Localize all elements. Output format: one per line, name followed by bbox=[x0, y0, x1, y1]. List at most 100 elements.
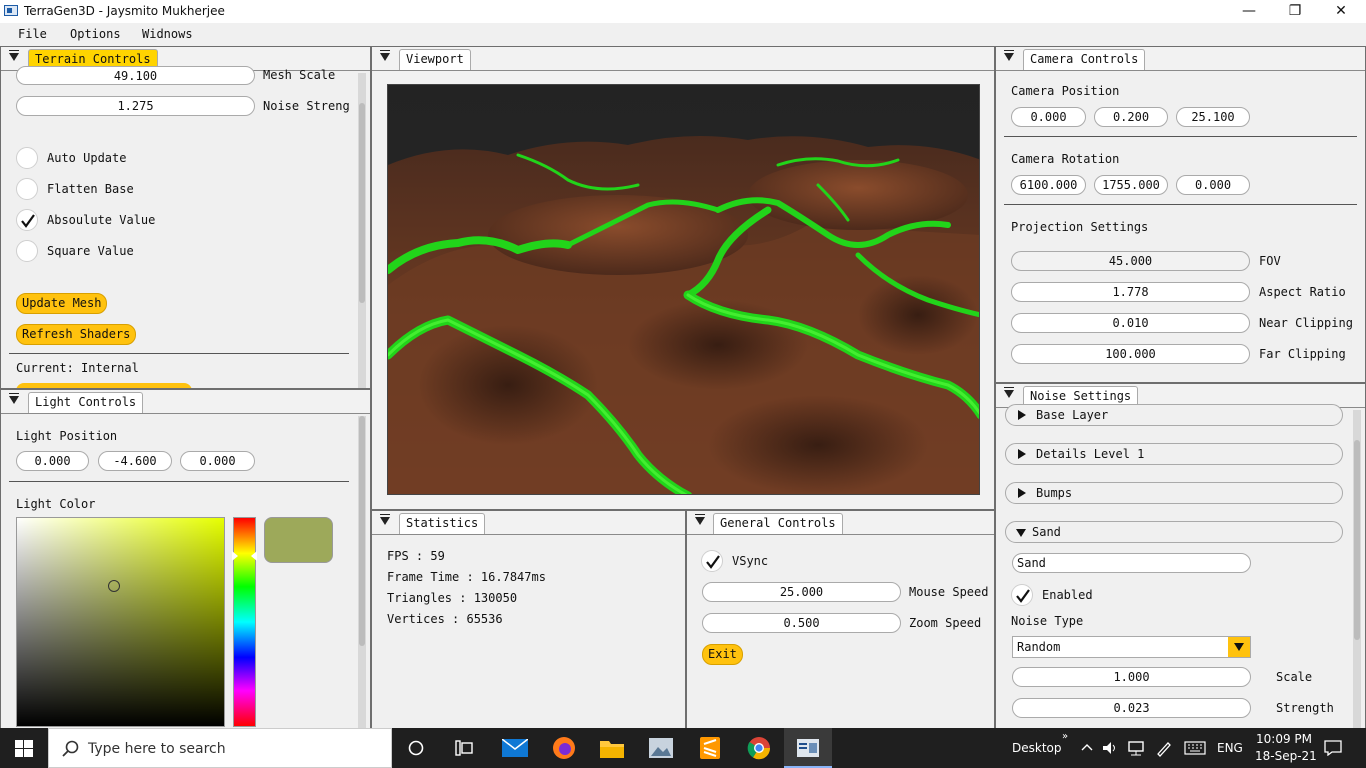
light-position-z[interactable]: 0.000 bbox=[180, 451, 255, 471]
near-clipping-field[interactable]: 0.010 bbox=[1011, 313, 1250, 333]
network-icon[interactable] bbox=[1127, 740, 1145, 756]
checkmark-icon bbox=[21, 214, 35, 228]
collapse-icon[interactable] bbox=[380, 514, 390, 525]
fps-stat: FPS : 59 bbox=[387, 549, 445, 563]
scrollbar[interactable] bbox=[358, 416, 366, 728]
collapse-icon[interactable] bbox=[1004, 50, 1014, 61]
notifications-icon[interactable] bbox=[1324, 740, 1342, 756]
terrain-render-view[interactable] bbox=[387, 84, 980, 495]
square-value-checkbox[interactable] bbox=[16, 240, 38, 262]
scale-field[interactable]: 1.000 bbox=[1012, 667, 1251, 687]
keyboard-icon[interactable] bbox=[1184, 741, 1206, 755]
menu-file[interactable]: File bbox=[18, 27, 47, 41]
camera-rotation-x[interactable]: 6100.000 bbox=[1011, 175, 1086, 195]
desktop-toolbar-label[interactable]: Desktop bbox=[1012, 741, 1062, 755]
cortana-button[interactable] bbox=[392, 728, 440, 768]
fov-field[interactable]: 45.000 bbox=[1011, 251, 1250, 271]
general-controls-panel: General Controls VSync 25.000 Mouse Spee… bbox=[686, 510, 995, 729]
app-icon bbox=[4, 5, 18, 16]
mesh-scale-field[interactable]: 49.100 bbox=[16, 66, 255, 85]
layer-base-header[interactable]: Base Layer bbox=[1005, 404, 1343, 426]
maximize-button[interactable]: ❐ bbox=[1272, 0, 1318, 23]
layer-name-field[interactable]: Sand bbox=[1012, 553, 1251, 573]
close-button[interactable]: ✕ bbox=[1318, 0, 1364, 23]
start-button[interactable] bbox=[0, 728, 48, 768]
hue-marker-right[interactable] bbox=[251, 551, 257, 561]
strength-field[interactable]: 0.023 bbox=[1012, 698, 1251, 718]
camera-position-z[interactable]: 25.100 bbox=[1176, 107, 1250, 127]
enabled-checkbox[interactable] bbox=[1011, 584, 1033, 606]
toolbar-expand-icon[interactable]: » bbox=[1062, 731, 1068, 742]
panel-header: General Controls bbox=[687, 511, 994, 535]
color-saturation-value-picker[interactable] bbox=[16, 517, 225, 727]
expand-arrow-icon bbox=[1018, 410, 1026, 420]
folder-icon bbox=[600, 741, 624, 758]
color-swatch[interactable] bbox=[264, 517, 333, 563]
divider bbox=[1004, 204, 1357, 205]
layer-bumps-header[interactable]: Bumps bbox=[1005, 482, 1343, 504]
light-position-x[interactable]: 0.000 bbox=[16, 451, 89, 471]
tab-camera-controls[interactable]: Camera Controls bbox=[1023, 49, 1146, 70]
scrollbar[interactable] bbox=[358, 73, 366, 388]
search-placeholder: Type here to search bbox=[88, 741, 226, 757]
noise-type-label: Noise Type bbox=[1011, 614, 1084, 628]
strength-label: Strength bbox=[1276, 701, 1334, 715]
firefox-button[interactable] bbox=[540, 728, 588, 768]
volume-icon[interactable] bbox=[1101, 740, 1119, 756]
vsync-checkbox[interactable] bbox=[701, 550, 723, 572]
sublime-text-button[interactable] bbox=[686, 728, 734, 768]
update-mesh-button[interactable]: Update Mesh bbox=[16, 293, 108, 314]
clock-time[interactable]: 10:09 PM bbox=[1256, 732, 1312, 746]
menu-windows[interactable]: Widnows bbox=[142, 27, 193, 41]
collapse-icon[interactable] bbox=[380, 50, 390, 61]
terragen3d-taskbar-button[interactable] bbox=[784, 728, 832, 768]
absolute-value-label: Absoulute Value bbox=[47, 213, 156, 227]
far-clipping-field[interactable]: 100.000 bbox=[1011, 344, 1250, 364]
camera-position-y[interactable]: 0.200 bbox=[1094, 107, 1168, 127]
hue-marker-left[interactable] bbox=[232, 551, 238, 561]
pen-icon[interactable] bbox=[1155, 739, 1173, 757]
menu-options[interactable]: Options bbox=[70, 27, 121, 41]
language-indicator[interactable]: ENG bbox=[1217, 741, 1243, 755]
color-cursor[interactable] bbox=[108, 580, 120, 592]
dropdown-button[interactable] bbox=[1228, 637, 1250, 657]
light-position-y[interactable]: -4.600 bbox=[98, 451, 172, 471]
collapse-icon[interactable] bbox=[1004, 387, 1014, 398]
hue-slider[interactable] bbox=[232, 517, 257, 727]
camera-rotation-z[interactable]: 0.000 bbox=[1176, 175, 1250, 195]
tab-viewport[interactable]: Viewport bbox=[399, 49, 471, 70]
exit-button[interactable]: Exit bbox=[702, 644, 743, 665]
scrollbar[interactable] bbox=[1353, 410, 1361, 728]
camera-position-x[interactable]: 0.000 bbox=[1011, 107, 1086, 127]
mouse-speed-field[interactable]: 25.000 bbox=[702, 582, 901, 602]
camera-rotation-y[interactable]: 1755.000 bbox=[1094, 175, 1168, 195]
aspect-ratio-field[interactable]: 1.778 bbox=[1011, 282, 1250, 302]
refresh-shaders-button[interactable]: Refresh Shaders bbox=[16, 324, 137, 345]
layer-details-header[interactable]: Details Level 1 bbox=[1005, 443, 1343, 465]
square-value-label: Square Value bbox=[47, 244, 134, 258]
tab-statistics[interactable]: Statistics bbox=[399, 513, 486, 534]
chrome-button[interactable] bbox=[735, 728, 783, 768]
task-view-button[interactable] bbox=[440, 728, 488, 768]
mail-app-button[interactable] bbox=[491, 728, 539, 768]
absolute-value-checkbox[interactable] bbox=[16, 209, 38, 231]
tab-light-controls[interactable]: Light Controls bbox=[28, 392, 144, 413]
zoom-speed-field[interactable]: 0.500 bbox=[702, 613, 901, 633]
noise-strength-label: Noise Streng bbox=[263, 99, 350, 113]
collapse-icon[interactable] bbox=[9, 50, 19, 61]
collapse-icon[interactable] bbox=[695, 514, 705, 525]
noise-strength-field[interactable]: 1.275 bbox=[16, 96, 255, 116]
flatten-base-checkbox[interactable] bbox=[16, 178, 38, 200]
show-hidden-icons-icon[interactable] bbox=[1081, 743, 1093, 751]
collapse-icon[interactable] bbox=[9, 393, 19, 404]
mail-icon bbox=[502, 739, 528, 757]
photos-app-button[interactable] bbox=[637, 728, 685, 768]
taskbar-search-box[interactable]: Type here to search bbox=[48, 728, 392, 768]
layer-sand-header[interactable]: Sand bbox=[1005, 521, 1343, 543]
noise-type-select[interactable]: Random bbox=[1012, 636, 1251, 658]
auto-update-checkbox[interactable] bbox=[16, 147, 38, 169]
minimize-button[interactable]: — bbox=[1226, 0, 1272, 23]
tab-general-controls[interactable]: General Controls bbox=[713, 513, 843, 534]
file-explorer-button[interactable] bbox=[588, 728, 636, 768]
clock-date[interactable]: 18-Sep-21 bbox=[1255, 749, 1317, 763]
